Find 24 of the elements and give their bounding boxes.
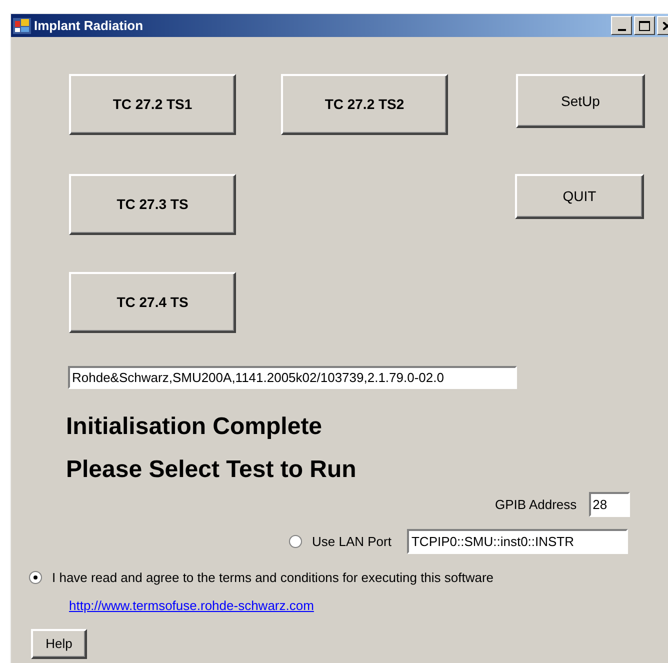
radio-button[interactable] [289,535,302,548]
radio-button[interactable] [29,571,42,584]
terms-link[interactable]: http://www.termsofuse.rohde-schwarz.com [69,596,314,615]
status-message: Initialisation Complete [66,412,322,442]
test-button[interactable]: TC 27.4 TS [69,272,236,333]
test-button[interactable]: TC 27.2 TS1 [69,74,236,135]
maximize-button[interactable] [634,16,655,35]
status-message: Please Select Test to Run [66,455,356,485]
terms-label: I have read and agree to the terms and conditions for executing this software [52,569,494,587]
lan-address-field[interactable]: TCPIP0::SMU::inst0::INSTR [407,529,628,554]
quit-button[interactable]: QUIT [515,174,644,219]
test-button[interactable]: TC 27.2 TS2 [281,74,448,135]
gpib-label: GPIB Address [495,496,577,514]
lan-port-label: Use LAN Port [312,532,392,551]
app-icon [13,18,31,34]
setup-button[interactable]: SetUp [516,74,645,128]
instrument-id-field[interactable]: Rohde&Schwarz,SMU200A,1141.2005k02/103739,2.1.79.0-02.0 [68,366,517,389]
test-button[interactable]: TC 27.3 TS [69,174,236,235]
minimize-icon [618,29,626,31]
window-title: Implant Radiation [34,16,144,35]
minimize-button[interactable] [611,16,632,35]
maximize-icon [639,20,650,30]
gpib-address-field[interactable]: 28 [588,492,630,517]
help-button[interactable]: Help [31,629,87,659]
